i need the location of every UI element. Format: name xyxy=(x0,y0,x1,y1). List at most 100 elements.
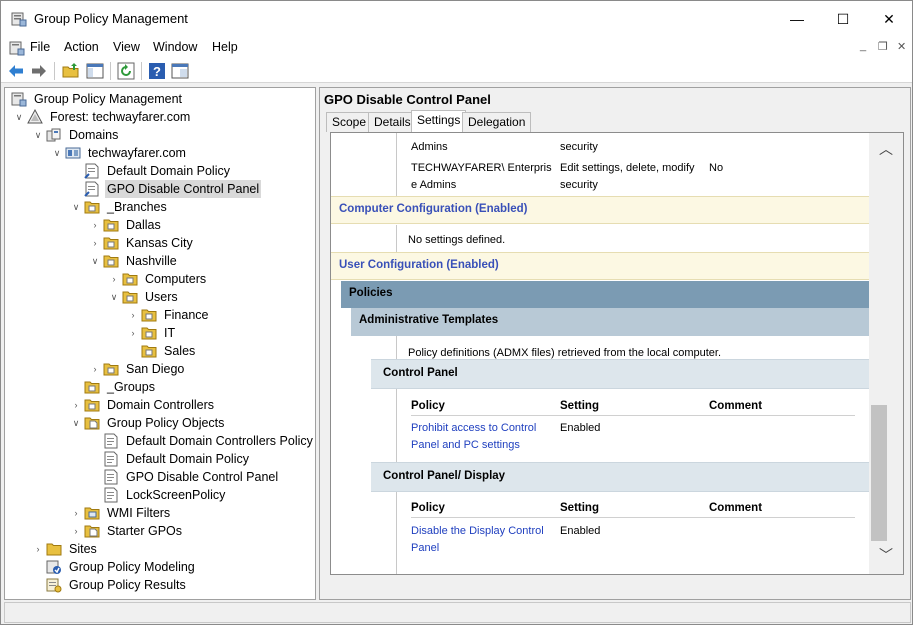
ou-folder-icon xyxy=(103,255,119,268)
tree-label: Group Policy Results xyxy=(69,578,186,592)
user-config-header[interactable]: User Configuration (Enabled) xyxy=(331,252,869,280)
gpo-link-icon xyxy=(84,181,99,197)
refresh-icon[interactable] xyxy=(117,62,135,80)
expand-chevron-icon[interactable]: › xyxy=(89,234,101,252)
system-menu-icon[interactable] xyxy=(9,40,25,56)
status-bar xyxy=(4,602,911,623)
minimize-button[interactable]: — xyxy=(774,1,820,37)
menu-view[interactable]: View xyxy=(113,40,140,54)
column-header-policy: Policy xyxy=(411,400,445,412)
forward-arrow-icon[interactable] xyxy=(30,62,48,80)
no-settings-text: No settings defined. xyxy=(408,234,506,246)
close-button[interactable]: ✕ xyxy=(866,1,912,37)
collapse-chevron-icon[interactable]: ∨ xyxy=(108,288,120,306)
scroll-down-arrow-icon[interactable]: ﹀ xyxy=(869,545,903,563)
properties-icon[interactable] xyxy=(171,62,189,80)
gpo-icon xyxy=(104,433,118,449)
console-tree[interactable]: Group Policy Management ∨ Forest: techwa… xyxy=(4,87,316,600)
menu-file[interactable]: File xyxy=(30,40,50,54)
policy-link[interactable]: Disable the Display Control xyxy=(411,525,544,537)
expand-chevron-icon[interactable]: › xyxy=(70,396,82,414)
column-divider xyxy=(396,225,397,252)
delegation-name: Admins xyxy=(411,141,448,153)
expand-chevron-icon[interactable]: › xyxy=(89,360,101,378)
tree-label: Group Policy Management xyxy=(34,92,182,106)
tree-label: Starter GPOs xyxy=(107,524,183,538)
policy-link[interactable]: Panel xyxy=(411,542,439,554)
back-arrow-icon[interactable] xyxy=(7,62,25,80)
scroll-up-arrow-icon[interactable]: ︿ xyxy=(869,139,903,157)
collapse-chevron-icon[interactable]: ∨ xyxy=(70,414,82,432)
computer-config-header[interactable]: Computer Configuration (Enabled) xyxy=(331,196,869,224)
up-folder-icon[interactable] xyxy=(62,62,80,80)
expand-chevron-icon[interactable]: › xyxy=(108,270,120,288)
tree-label: Users xyxy=(145,290,178,304)
show-hide-tree-icon[interactable] xyxy=(86,62,104,80)
results-icon xyxy=(46,578,62,593)
column-header-setting: Setting xyxy=(560,502,599,514)
tree-label: Group Policy Modeling xyxy=(69,560,195,574)
collapse-chevron-icon[interactable]: ∨ xyxy=(51,144,63,162)
gpo-link-icon xyxy=(84,163,99,179)
expand-chevron-icon[interactable]: › xyxy=(70,504,82,522)
ou-folder-icon xyxy=(103,219,119,232)
gpo-title: GPO Disable Control Panel xyxy=(324,92,491,107)
scroll-thumb[interactable] xyxy=(871,405,887,541)
section-title: Policies xyxy=(349,287,393,299)
policy-link[interactable]: Prohibit access to Control xyxy=(411,422,536,434)
column-header-comment: Comment xyxy=(709,502,763,514)
modeling-icon xyxy=(46,560,61,574)
tab-scope[interactable]: Scope xyxy=(326,112,373,132)
tree-label: Computers xyxy=(145,272,207,286)
expand-chevron-icon[interactable]: › xyxy=(89,216,101,234)
admin-templates-header[interactable]: Administrative Templates xyxy=(351,308,869,336)
starter-gpo-folder-icon xyxy=(84,525,100,538)
expand-chevron-icon[interactable]: › xyxy=(127,324,139,342)
control-panel-display-header[interactable]: Control Panel/ Display xyxy=(371,462,869,492)
tree-label: San Diego xyxy=(126,362,185,376)
tree-label: Domains xyxy=(69,128,119,142)
mdi-restore-button[interactable]: ❐ xyxy=(878,40,888,53)
ou-folder-icon xyxy=(84,201,100,214)
tree-label: Group Policy Objects xyxy=(107,416,225,430)
ou-folder-icon xyxy=(141,327,157,340)
window-title: Group Policy Management xyxy=(34,11,188,26)
ou-folder-icon xyxy=(84,381,100,394)
column-header-setting: Setting xyxy=(560,400,599,412)
tab-settings[interactable]: Settings xyxy=(411,110,467,132)
tree-label: IT xyxy=(164,326,176,340)
settings-report-frame[interactable]: Admins security TECHWAYFARER\ Enterpris … xyxy=(330,132,904,575)
collapse-chevron-icon[interactable]: ∨ xyxy=(32,126,44,144)
domain-icon xyxy=(65,147,81,159)
admx-note: Policy definitions (ADMX files) retrieve… xyxy=(408,347,722,359)
forest-icon xyxy=(27,109,43,124)
expand-chevron-icon[interactable]: › xyxy=(70,522,82,540)
vertical-scrollbar[interactable]: ︿ ﹀ xyxy=(869,133,903,574)
expand-chevron-icon[interactable]: › xyxy=(32,540,44,558)
tree-label: Sales xyxy=(164,344,196,358)
menu-action[interactable]: Action xyxy=(64,40,99,54)
tree-label: Finance xyxy=(164,308,209,322)
tab-delegation[interactable]: Delegation xyxy=(462,112,532,132)
mdi-close-button[interactable]: ✕ xyxy=(897,40,906,53)
menu-help[interactable]: Help xyxy=(212,40,238,54)
control-panel-header[interactable]: Control Panel xyxy=(371,359,869,389)
collapse-chevron-icon[interactable]: ∨ xyxy=(13,108,25,126)
domains-icon xyxy=(46,128,61,142)
wmi-folder-icon xyxy=(84,507,100,520)
policy-link[interactable]: Panel and PC settings xyxy=(411,439,520,451)
policies-header[interactable]: Policies xyxy=(341,281,869,308)
tab-details[interactable]: Details xyxy=(368,112,417,132)
maximize-button[interactable]: ☐ xyxy=(820,1,866,37)
gpmc-node-icon xyxy=(11,92,27,107)
mdi-minimize-button[interactable]: _ xyxy=(860,40,866,52)
policy-setting: Enabled xyxy=(560,525,601,537)
menu-window[interactable]: Window xyxy=(153,40,197,54)
tree-label: Kansas City xyxy=(126,236,193,250)
collapse-chevron-icon[interactable]: ∨ xyxy=(89,252,101,270)
collapse-chevron-icon[interactable]: ∨ xyxy=(70,198,82,216)
delegation-permission: security xyxy=(560,179,598,191)
expand-chevron-icon[interactable]: › xyxy=(127,306,139,324)
help-icon[interactable]: ? xyxy=(148,62,166,80)
ou-folder-icon xyxy=(141,309,157,322)
